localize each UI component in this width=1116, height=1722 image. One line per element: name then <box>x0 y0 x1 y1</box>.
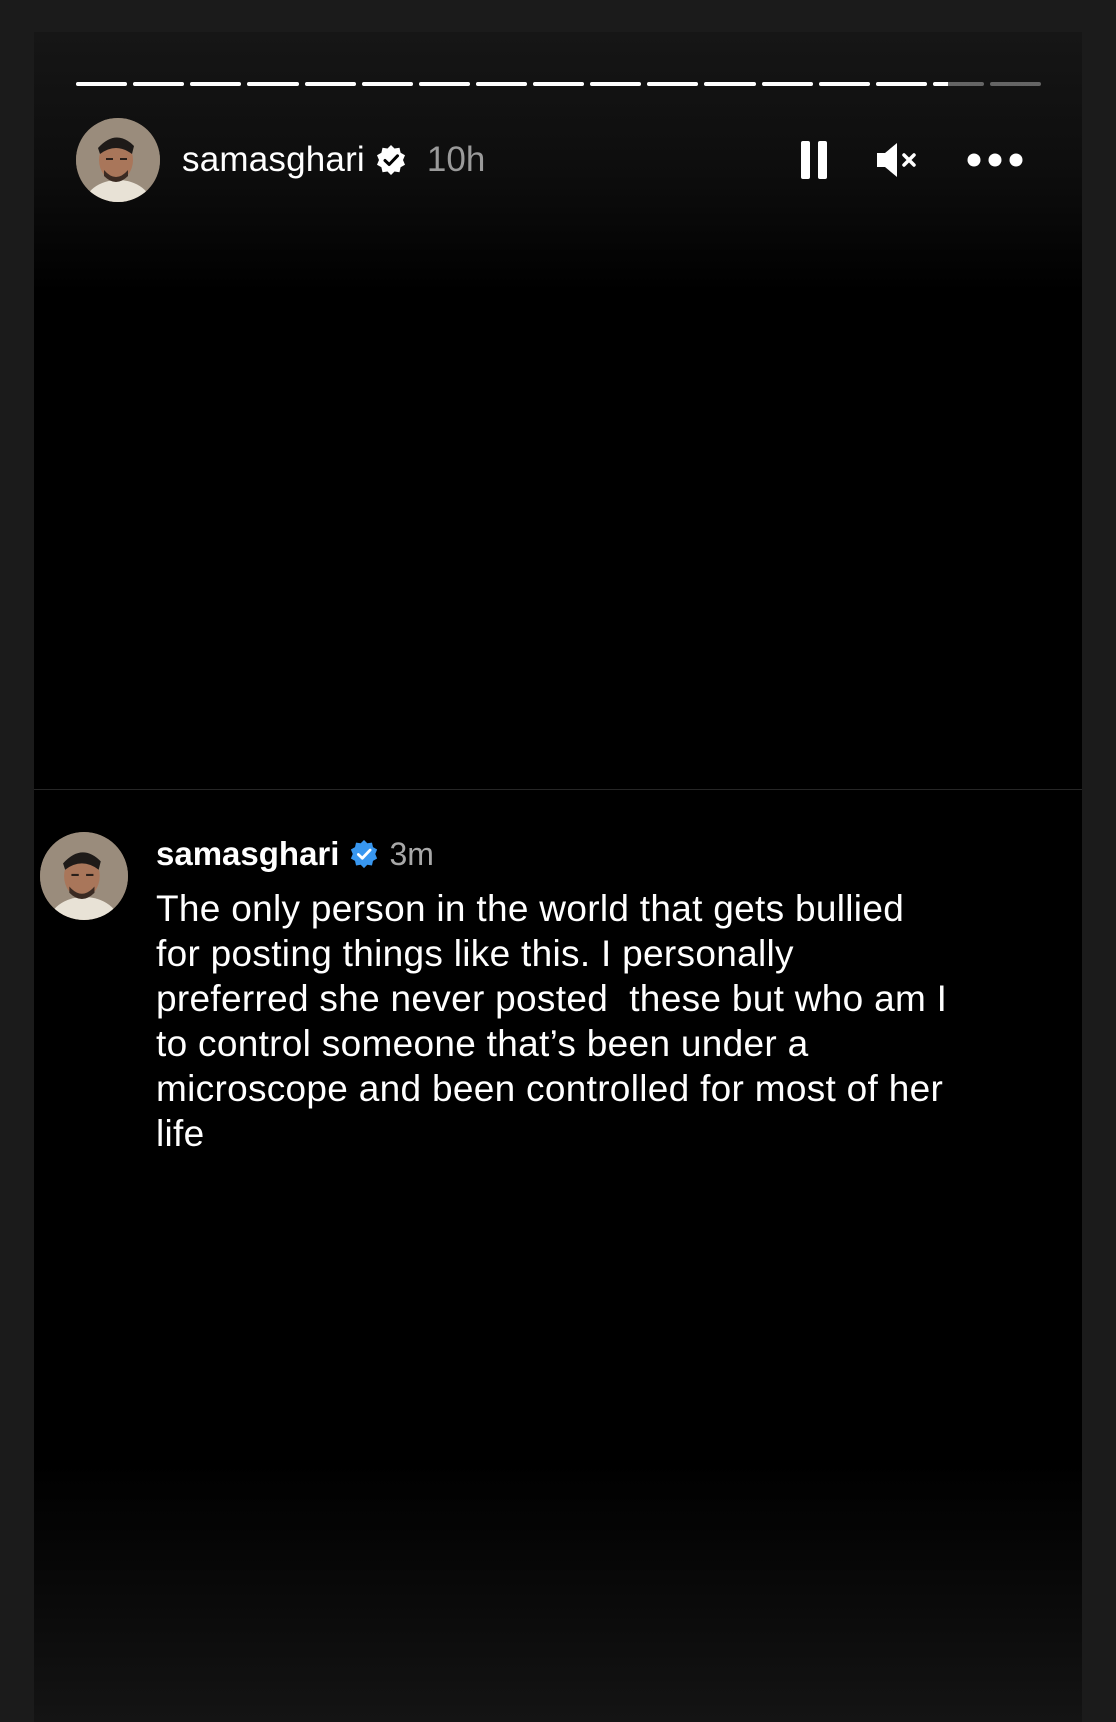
comment-username: samasghari <box>156 835 340 872</box>
comment-body: samasghari 3m The only person in the wor… <box>156 832 1062 1156</box>
progress-segment <box>361 82 413 86</box>
comment-text: The only person in the world that gets b… <box>156 888 948 1154</box>
progress-segment-fill <box>590 82 642 86</box>
comment-avatar <box>40 832 128 920</box>
progress-segment <box>247 82 299 86</box>
progress-segment <box>133 82 185 86</box>
page: samasghari 10h samasghari 3m The only pe… <box>0 0 1116 1722</box>
progress-segment-fill <box>190 82 242 86</box>
pause-icon[interactable] <box>794 138 834 182</box>
progress-segment <box>475 82 527 86</box>
progress-segment <box>418 82 470 86</box>
story-timestamp: 10h <box>426 140 486 179</box>
progress-segment-fill <box>133 82 185 86</box>
comment-timestamp: 3m <box>389 835 434 872</box>
progress-segment-fill <box>418 82 470 86</box>
verified-badge-icon <box>375 144 407 176</box>
progress-segment <box>533 82 585 86</box>
avatar-image <box>40 832 128 920</box>
progress-segment-fill <box>875 82 927 86</box>
progress-segment <box>76 82 128 86</box>
muted-speaker-icon[interactable] <box>874 138 920 182</box>
progress-segment-fill <box>247 82 299 86</box>
progress-segment <box>304 82 356 86</box>
progress-segment-fill <box>647 82 699 86</box>
progress-segment <box>932 82 984 86</box>
divider <box>34 789 1082 790</box>
comment-screenshot: samasghari 3m The only person in the wor… <box>40 832 1062 1156</box>
comment-header: samasghari 3m <box>156 832 1062 876</box>
story-header: samasghari 10h <box>76 118 1040 202</box>
progress-segment-fill <box>932 82 949 86</box>
progress-segment <box>818 82 870 86</box>
progress-segment-fill <box>533 82 585 86</box>
story-username[interactable]: samasghari <box>182 140 365 180</box>
progress-segment-fill <box>361 82 413 86</box>
avatar-image <box>76 118 160 202</box>
progress-segment-fill <box>304 82 356 86</box>
verified-badge-icon <box>349 839 379 869</box>
progress-segment <box>190 82 242 86</box>
progress-segment <box>761 82 813 86</box>
progress-segment-fill <box>818 82 870 86</box>
progress-segment <box>590 82 642 86</box>
progress-segment <box>990 82 1042 86</box>
more-dots-icon[interactable] <box>966 138 1024 182</box>
avatar[interactable] <box>76 118 160 202</box>
progress-segment-fill <box>761 82 813 86</box>
bottom-gradient <box>34 1462 1082 1722</box>
story-progress-bar <box>76 82 1042 86</box>
progress-segment <box>875 82 927 86</box>
progress-segment <box>647 82 699 86</box>
story-viewer[interactable]: samasghari 10h samasghari 3m The only pe… <box>34 32 1082 1722</box>
progress-segment <box>704 82 756 86</box>
story-controls <box>794 138 1040 182</box>
progress-segment-fill <box>475 82 527 86</box>
progress-segment-fill <box>76 82 128 86</box>
progress-segment-fill <box>704 82 756 86</box>
